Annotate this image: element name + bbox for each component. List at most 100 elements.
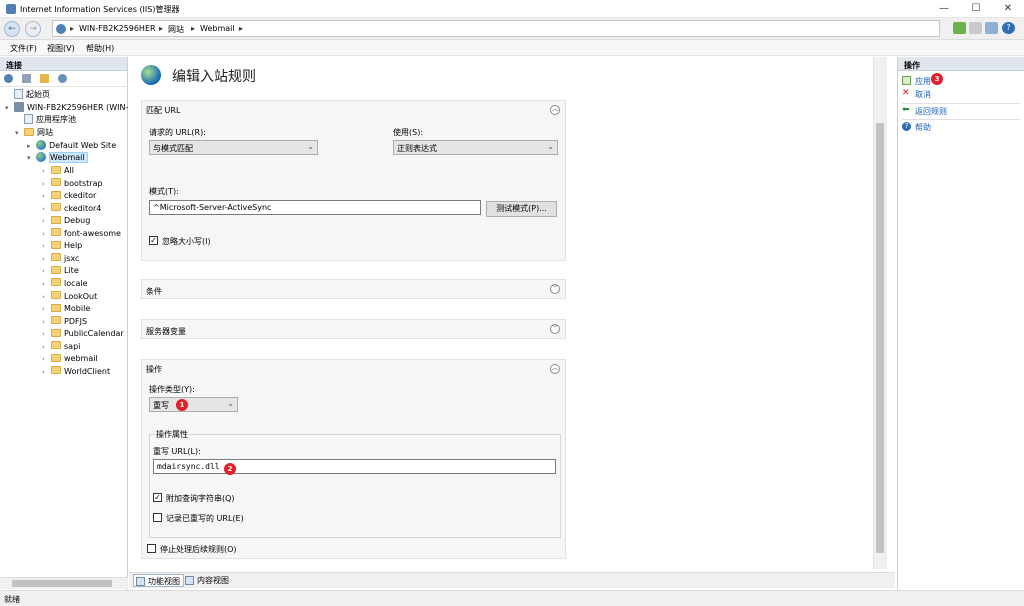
cancel-action[interactable]: ✕ 取消 <box>902 89 931 101</box>
chevron-right-icon[interactable]: › <box>42 215 51 227</box>
help-icon[interactable]: ? <box>1002 22 1015 34</box>
menu-view[interactable]: 视图(V) <box>47 43 75 54</box>
tree-item-folder[interactable]: › jsxc <box>42 253 79 265</box>
chevron-right-icon[interactable]: › <box>42 203 51 215</box>
chevron-right-icon[interactable]: › <box>42 366 51 378</box>
tree-item-server[interactable]: ▾ WIN-FB2K2596HER (WIN-F <box>5 101 133 114</box>
horizontal-scrollbar[interactable] <box>0 577 128 589</box>
chevron-right-icon[interactable]: › <box>42 278 51 290</box>
breadcrumb-sites[interactable]: 网站 <box>168 24 184 35</box>
back-button[interactable]: ← <box>4 21 20 37</box>
tree-item-folder[interactable]: › PublicCalendar <box>42 328 124 340</box>
folder-icon <box>51 253 61 262</box>
chevron-right-icon[interactable]: › <box>42 265 51 277</box>
disconnect-icon[interactable] <box>969 22 982 34</box>
tree-label: sapi <box>64 341 81 351</box>
tree-item-folder[interactable]: › ckeditor <box>42 190 96 202</box>
collapse-icon[interactable]: ︿ <box>550 105 560 115</box>
stop-processing-checkbox[interactable] <box>147 544 156 553</box>
chevron-right-icon[interactable]: › <box>42 291 51 303</box>
chevron-right-icon[interactable]: › <box>42 253 51 265</box>
breadcrumb[interactable]: ▸ WIN-FB2K2596HER ▸ 网站 ▸ Webmail ▸ <box>52 20 940 37</box>
tab-features-view[interactable]: 功能视图 <box>133 574 184 587</box>
chevron-right-icon[interactable]: › <box>42 303 51 315</box>
chevron-right-icon[interactable]: › <box>42 228 51 240</box>
chevron-right-icon[interactable]: › <box>42 328 51 340</box>
tree-item-folder[interactable]: › sapi <box>42 341 80 353</box>
chevron-right-icon[interactable]: ▸ <box>27 140 36 152</box>
menu-file[interactable]: 文件(F) <box>10 43 37 54</box>
chevron-right-icon[interactable]: › <box>42 190 51 202</box>
up-folder-icon[interactable] <box>40 74 49 83</box>
tree-item-app-pools[interactable]: 应用程序池 <box>24 113 76 126</box>
tree-label: Mobile <box>64 304 91 314</box>
tree-label: Debug <box>64 216 91 226</box>
ignore-case-checkbox[interactable]: ✓ <box>149 236 158 245</box>
tree-item-folder[interactable]: › All <box>42 165 74 177</box>
help-action[interactable]: ? 帮助 <box>902 122 931 134</box>
folder-icon <box>51 303 61 312</box>
tree-item-folder[interactable]: › ckeditor4 <box>42 203 101 215</box>
forward-button[interactable]: → <box>25 21 41 37</box>
expand-icon[interactable]: ﹀ <box>550 324 560 334</box>
expand-icon[interactable]: ﹀ <box>550 284 560 294</box>
tree-item-webmail[interactable]: ▾ Webmail <box>27 151 88 164</box>
tab-content-view[interactable]: 内容视图 <box>183 574 232 587</box>
chevron-right-icon[interactable]: › <box>42 165 51 177</box>
tree-item-folder[interactable]: › locale <box>42 278 88 290</box>
action-type-select[interactable]: 重写 ⌄ <box>149 397 238 412</box>
pattern-input[interactable]: ^Microsoft-Server-ActiveSync <box>149 200 481 215</box>
tree-item-folder[interactable]: › Lite <box>42 265 79 277</box>
breadcrumb-separator-icon: ▸ <box>239 24 244 33</box>
tree-item-folder[interactable]: › PDFJS <box>42 316 87 328</box>
maximize-button[interactable]: ☐ <box>960 0 992 18</box>
chevron-right-icon[interactable]: › <box>42 341 51 353</box>
back-to-rules-action[interactable]: ⬅ 返回规则 <box>902 106 947 118</box>
divider <box>902 103 1020 104</box>
tree-item-folder[interactable]: › font-awesome <box>42 228 121 240</box>
chevron-right-icon[interactable]: › <box>42 178 51 190</box>
tree-item-folder[interactable]: › LookOut <box>42 291 97 303</box>
breadcrumb-server[interactable]: WIN-FB2K2596HER <box>79 24 156 33</box>
chevron-down-icon[interactable]: ▾ <box>5 102 14 114</box>
breadcrumb-webmail[interactable]: Webmail <box>200 24 235 33</box>
tree-label: ckeditor4 <box>64 203 102 213</box>
requested-url-select[interactable]: 与模式匹配 ⌄ <box>149 140 318 155</box>
action-label: 帮助 <box>915 123 931 132</box>
refresh-icon[interactable] <box>58 74 67 83</box>
chevron-down-icon[interactable]: ▾ <box>27 152 36 164</box>
chevron-right-icon[interactable]: › <box>42 316 51 328</box>
tree-item-folder[interactable]: › Mobile <box>42 303 90 315</box>
save-icon[interactable] <box>985 22 998 34</box>
minimize-button[interactable]: — <box>928 0 960 18</box>
tree-item-folder[interactable]: › webmail <box>42 353 98 365</box>
menu-help[interactable]: 帮助(H) <box>86 43 114 54</box>
collapse-icon[interactable]: ︿ <box>550 364 560 374</box>
tree-item-sites[interactable]: ▾ 网站 <box>15 127 53 139</box>
tree-item-folder[interactable]: › WorldClient <box>42 366 110 378</box>
action-label: 返回规则 <box>915 107 947 116</box>
apply-action[interactable]: 应用 <box>902 76 931 88</box>
test-pattern-button[interactable]: 测试模式(P)... <box>486 201 557 217</box>
rewrite-url-label: 重写 URL(L): <box>153 447 201 456</box>
using-select[interactable]: 正则表达式 ⌄ <box>393 140 558 155</box>
close-button[interactable]: ✕ <box>992 0 1024 18</box>
chevron-right-icon[interactable]: › <box>42 353 51 365</box>
scrollbar-thumb[interactable] <box>876 123 884 553</box>
chevron-right-icon[interactable]: › <box>42 240 51 252</box>
tree-item-folder[interactable]: › Debug <box>42 215 90 227</box>
connect-server-icon[interactable] <box>4 74 13 83</box>
tree-item-folder[interactable]: › Help <box>42 240 82 252</box>
chevron-down-icon[interactable]: ▾ <box>15 127 24 139</box>
rewrite-url-input[interactable]: mdairsync.dll <box>153 459 556 474</box>
features-view-icon <box>136 577 145 586</box>
save-icon[interactable] <box>22 74 31 83</box>
log-rewritten-checkbox[interactable] <box>153 513 162 522</box>
connect-icon[interactable] <box>953 22 966 34</box>
scrollbar-thumb[interactable] <box>12 580 112 587</box>
tree-item-start-page[interactable]: 起始页 <box>14 88 50 101</box>
folder-icon <box>51 265 61 274</box>
tree-item-default-site[interactable]: ▸ Default Web Site <box>27 139 116 152</box>
append-query-checkbox[interactable]: ✓ <box>153 493 162 502</box>
tree-item-folder[interactable]: › bootstrap <box>42 178 103 190</box>
